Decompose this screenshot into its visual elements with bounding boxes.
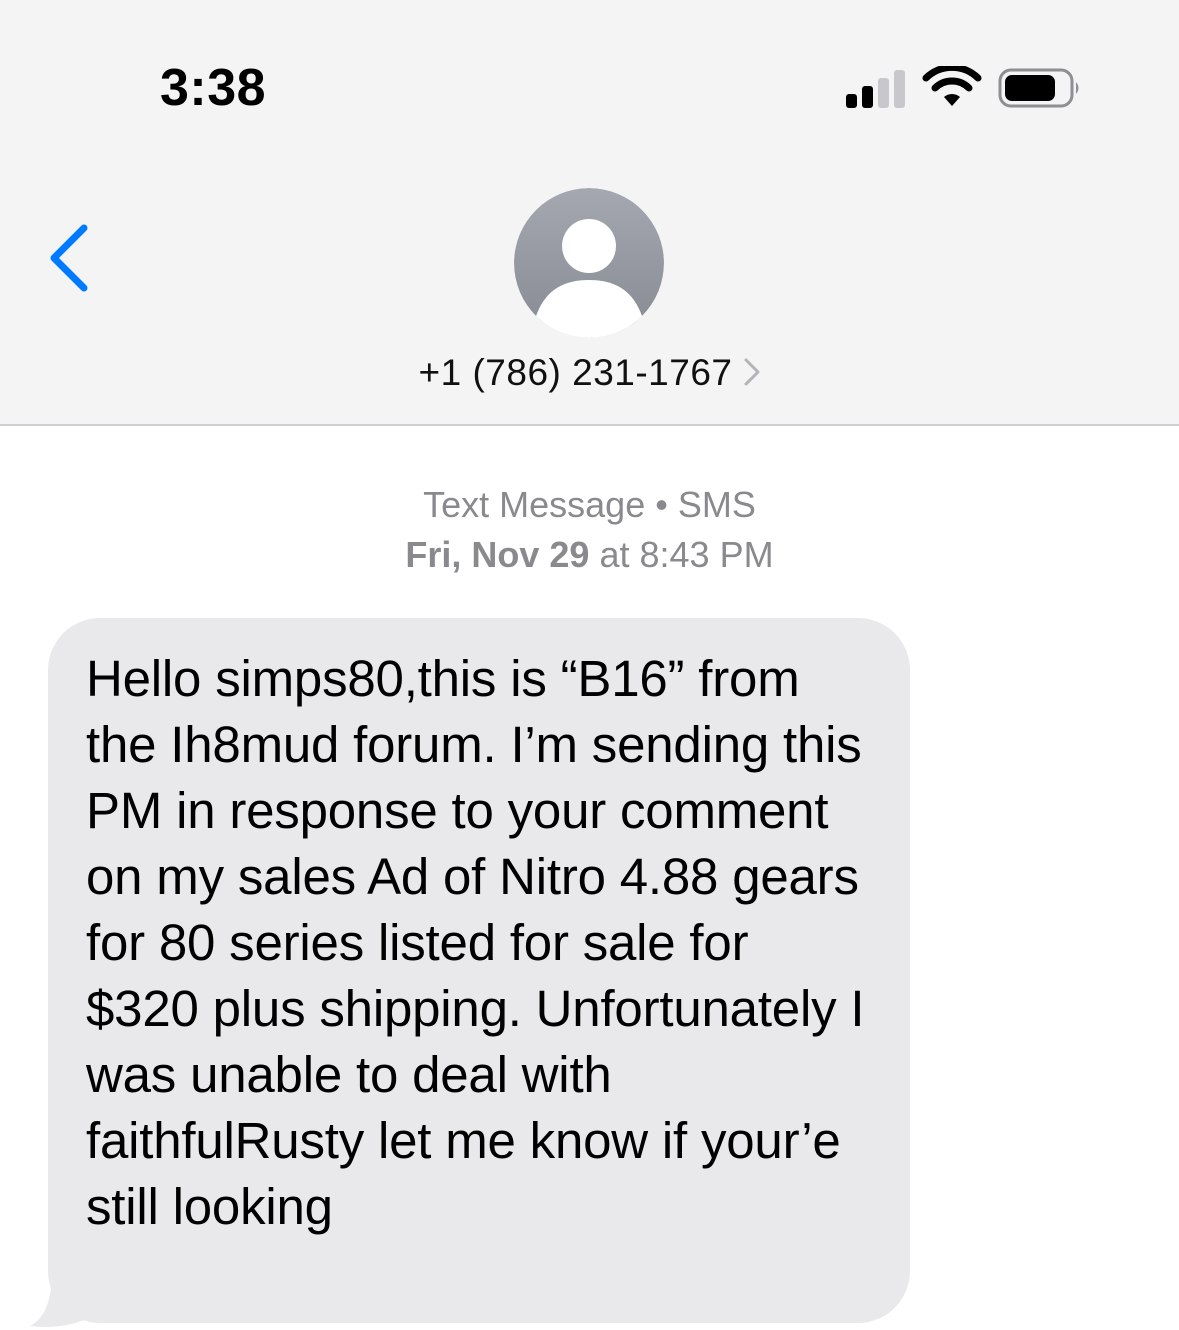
person-silhouette-icon: [514, 188, 664, 338]
battery-icon: [998, 68, 1079, 108]
message-bubble[interactable]: Hello simps80,this is “B16” from the Ih8…: [48, 618, 910, 1323]
contact-avatar[interactable]: [514, 188, 664, 338]
cellular-signal-icon: [846, 70, 905, 108]
conversation-header: 3:38 +1 (786) 231-1767: [0, 0, 1179, 426]
message-text: Hello simps80,this is “B16” from the Ih8…: [86, 650, 865, 1235]
timestamp-time: 8:43 PM: [639, 534, 774, 575]
incoming-message[interactable]: Hello simps80,this is “B16” from the Ih8…: [30, 618, 920, 1329]
back-button[interactable]: [42, 222, 98, 294]
contact-name: +1 (786) 231-1767: [418, 352, 733, 393]
status-bar-time: 3:38: [160, 59, 267, 117]
service-label: Text Message: [423, 484, 646, 525]
service-separator: •: [655, 484, 668, 525]
timestamp-at: at: [599, 534, 630, 575]
wifi-icon: [922, 66, 982, 106]
service-line: Text Message • SMS: [0, 480, 1179, 530]
chevron-right-icon: [744, 358, 759, 386]
service-type: SMS: [677, 484, 756, 525]
timestamp-date: Fri, Nov 29: [405, 534, 590, 575]
contact-name-button[interactable]: +1 (786) 231-1767: [0, 352, 1179, 394]
conversation-metadata: Text Message • SMS Fri, Nov 29 at 8:43 P…: [0, 480, 1179, 580]
timestamp-line: Fri, Nov 29 at 8:43 PM: [0, 530, 1179, 580]
